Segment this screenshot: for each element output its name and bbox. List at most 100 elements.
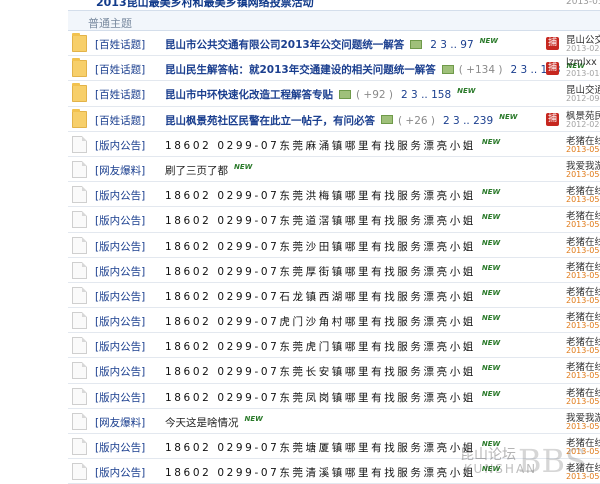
thread-title-link[interactable]: 18602 0299-07东莞清溪镇哪里有找服务漂亮小姐 [165, 467, 476, 479]
document-icon [72, 261, 87, 279]
folder-icon [72, 83, 87, 103]
thread-date: 2013-05-25 [566, 220, 600, 230]
new-badge: NEW [457, 87, 476, 96]
thread-title-link[interactable]: 18602 0299-07东莞麻涌镇哪里有找服务漂亮小姐 [165, 140, 476, 152]
new-badge: NEW [481, 188, 501, 197]
thread-category-link[interactable]: [版内公告] [95, 264, 145, 279]
thread-title-link[interactable]: 18602 0299-07东莞沙田镇哪里有找服务漂亮小姐 [165, 241, 476, 253]
thread-date: 2013-05-25 [566, 245, 600, 255]
thread-category-link[interactable]: [版内公告] [95, 465, 145, 480]
thread-category-link[interactable]: [版内公告] [95, 213, 145, 228]
new-badge: NEW [481, 288, 501, 297]
thread-category-link[interactable]: [百姓话题] [95, 113, 145, 128]
thread-date: 2012-09-0 [566, 94, 600, 104]
thread-category-link[interactable]: [版内公告] [95, 440, 145, 455]
thread-category-link[interactable]: [百姓话题] [95, 37, 145, 52]
thread-date: 2013-05-25 [566, 195, 600, 205]
thread-title-link[interactable]: 18602 0299-07虎门沙角村哪里有找服务漂亮小姐 [165, 316, 476, 328]
image-attachment-icon [339, 89, 351, 99]
page-links[interactable]: 2 3 .. 239 [443, 115, 493, 127]
thread-title-link[interactable]: 昆山市公共交通有限公司2013年公交问题统一解答 [165, 39, 404, 51]
thread-category-link[interactable]: [版内公告] [95, 364, 145, 379]
previous-row-cut: 2013昆山最美乡村和最美乡镇网络投票活动 2013-03-25 [0, 0, 600, 10]
thread-date: 2013-05-25 [566, 295, 600, 305]
thread-row[interactable]: [版内公告] 18602 0299-07东莞长安镇哪里有找服务漂亮小姐 NEW 老猪在… [68, 358, 600, 384]
thread-title-link[interactable]: 昆山市中环快速化改造工程解答专贴 [165, 89, 333, 101]
thread-date: 2013-05-25 [566, 447, 600, 456]
document-icon [72, 463, 87, 481]
document-icon [72, 135, 87, 153]
thread-row[interactable]: [版内公告] 18602 0299-07东莞塘厦镇哪里有找服务漂亮小姐 NEW 老猪在… [68, 434, 600, 460]
thread-category-link[interactable]: [版内公告] [95, 314, 145, 329]
thread-date: 2013-05-25 [566, 472, 600, 482]
thread-title-link[interactable]: 昆山民生解答帖：就2013年交通建设的相关问题统一解答 [165, 64, 436, 76]
thread-category-link[interactable]: [百姓话题] [95, 62, 145, 77]
thread-title: 18602 0299-07石龙镇西湖哪里有找服务漂亮小姐 NEW [165, 289, 500, 304]
document-icon [72, 211, 87, 229]
thread-title-link[interactable]: 18602 0299-07东莞厚街镇哪里有找服务漂亮小姐 [165, 266, 476, 278]
new-badge: NEW [481, 440, 501, 448]
thread-row[interactable]: [版内公告] 18602 0299-07东莞麻涌镇哪里有找服务漂亮小姐 NEW 老猪在… [68, 131, 600, 157]
thread-title: 18602 0299-07虎门沙角村哪里有找服务漂亮小姐 NEW [165, 314, 500, 329]
thread-category-link[interactable]: [版内公告] [95, 138, 145, 153]
thread-title-link[interactable]: 18602 0299-07东莞塘厦镇哪里有找服务漂亮小姐 [165, 442, 476, 454]
thread-row[interactable]: [百姓话题] 昆山市公共交通有限公司2013年公交问题统一解答 2 3 .. 97 N… [68, 31, 600, 57]
folder-icon [72, 33, 87, 52]
reply-increment: ( +26 ) [398, 114, 436, 127]
new-badge: NEW [234, 162, 253, 171]
thread-title: 18602 0299-07东莞虎门镇哪里有找服务漂亮小姐 NEW [165, 339, 500, 354]
thread-title-link[interactable]: 18602 0299-07东莞洪梅镇哪里有找服务漂亮小姐 [165, 190, 476, 202]
new-badge: NEW [481, 389, 501, 398]
thread-row[interactable]: [版内公告] 18602 0299-07东莞沙田镇哪里有找服务漂亮小姐 NEW 老猪在… [68, 232, 600, 258]
thread-list: [百姓话题] 昆山市公共交通有限公司2013年公交问题统一解答 2 3 .. 97 N… [68, 31, 600, 484]
thread-row[interactable]: [百姓话题] 昆山枫景苑社区民警在此立一帖子，有问必答 ( +26 ) 2 3 .. … [68, 106, 600, 132]
thread-title-link[interactable]: 18602 0299-07东莞凤岗镇哪里有找服务漂亮小姐 [165, 392, 476, 404]
thread-row[interactable]: [版内公告] 18602 0299-07东莞厚街镇哪里有找服务漂亮小姐 NEW 老猪在… [68, 257, 600, 283]
thread-row[interactable]: [版内公告] 18602 0299-07东莞凤岗镇哪里有找服务漂亮小姐 NEW 老猪在… [68, 383, 600, 409]
thread-row[interactable]: [版内公告] 18602 0299-07石龙镇西湖哪里有找服务漂亮小姐 NEW 老猪在… [68, 282, 600, 309]
thread-title-link[interactable]: 刷了三页了都 [165, 165, 228, 177]
thread-title-link[interactable]: 今天这是啥情况 [165, 417, 239, 429]
thread-title: 18602 0299-07东莞厚街镇哪里有找服务漂亮小姐 NEW [165, 264, 500, 279]
thread-row[interactable]: [版内公告] 18602 0299-07东莞虎门镇哪里有找服务漂亮小姐 NEW 老猪在… [68, 333, 600, 359]
thread-row[interactable]: [版内公告] 18602 0299-07东莞清溪镇哪里有找服务漂亮小姐 NEW 老猪在… [68, 459, 600, 484]
thread-title: 今天这是啥情况 NEW [165, 415, 263, 430]
thread-category-link[interactable]: [网友爆料] [95, 163, 145, 178]
thread-row[interactable]: [百姓话题] 昆山民生解答帖：就2013年交通建设的相关问题统一解答 ( +134 … [68, 56, 600, 82]
thread-title-link[interactable]: 昆山枫景苑社区民警在此立一帖子，有问必答 [165, 115, 375, 127]
page-links[interactable]: 2 3 .. 158 [401, 89, 451, 101]
thread-category-link[interactable]: [版内公告] [95, 390, 145, 405]
thread-category-link[interactable]: [版内公告] [95, 289, 145, 304]
new-badge: NEW [481, 465, 501, 474]
thread-title-link[interactable]: 18602 0299-07东莞虎门镇哪里有找服务漂亮小姐 [165, 341, 476, 353]
page-links[interactable]: 2 3 .. 97 [430, 39, 473, 51]
reply-increment: ( +92 ) [356, 89, 394, 102]
thread-category-link[interactable]: [网友爆料] [95, 415, 145, 430]
new-badge: NEW [481, 339, 501, 348]
folder-icon [72, 58, 87, 78]
previous-row-title[interactable]: 2013昆山最美乡村和最美乡镇网络投票活动 [96, 0, 314, 10]
thread-category-link[interactable]: [版内公告] [95, 339, 145, 354]
thread-row[interactable]: [网友爆料]今天这是啥情况NEW我爱我游2013-05-25 [68, 408, 600, 434]
thread-row[interactable]: [版内公告] 18602 0299-07虎门沙角村哪里有找服务漂亮小姐 NEW 老猪在… [68, 308, 600, 334]
image-attachment-icon [441, 64, 454, 74]
thread-author-link[interactable]: lzmlxx [566, 57, 597, 68]
thread-row[interactable]: [网友爆料]刷了三页了都NEW我爱我游2013-05-25 [68, 156, 600, 183]
thread-category-link[interactable]: [版内公告] [95, 188, 145, 203]
thread-category-link[interactable]: [版内公告] [95, 239, 145, 254]
thread-date: 2013-05-25 [566, 169, 600, 179]
thread-date: 2012-02-0 [566, 119, 600, 129]
document-icon [72, 412, 87, 430]
document-icon [72, 286, 87, 304]
thread-title-link[interactable]: 18602 0299-07石龙镇西湖哪里有找服务漂亮小姐 [165, 291, 476, 303]
thread-row[interactable]: [百姓话题] 昆山市中环快速化改造工程解答专贴 ( +92 ) 2 3 .. 158 N… [68, 81, 600, 107]
thread-title-link[interactable]: 18602 0299-07东莞道滘镇哪里有找服务漂亮小姐 [165, 215, 476, 227]
thread-row[interactable]: [版内公告] 18602 0299-07东莞道滘镇哪里有找服务漂亮小姐 NEW 老猪在… [68, 207, 600, 233]
new-badge: NEW [499, 112, 518, 121]
thread-row[interactable]: [版内公告] 18602 0299-07东莞洪梅镇哪里有找服务漂亮小姐 NEW 老猪在… [68, 182, 600, 208]
thread-title-link[interactable]: 18602 0299-07东莞长安镇哪里有找服务漂亮小姐 [165, 366, 476, 378]
image-attachment-icon [410, 39, 423, 49]
thread-title: 18602 0299-07东莞长安镇哪里有找服务漂亮小姐 NEW [165, 364, 500, 379]
thread-category-link[interactable]: [百姓话题] [95, 87, 145, 102]
moderator-tag-icon: 捕 [546, 112, 559, 126]
